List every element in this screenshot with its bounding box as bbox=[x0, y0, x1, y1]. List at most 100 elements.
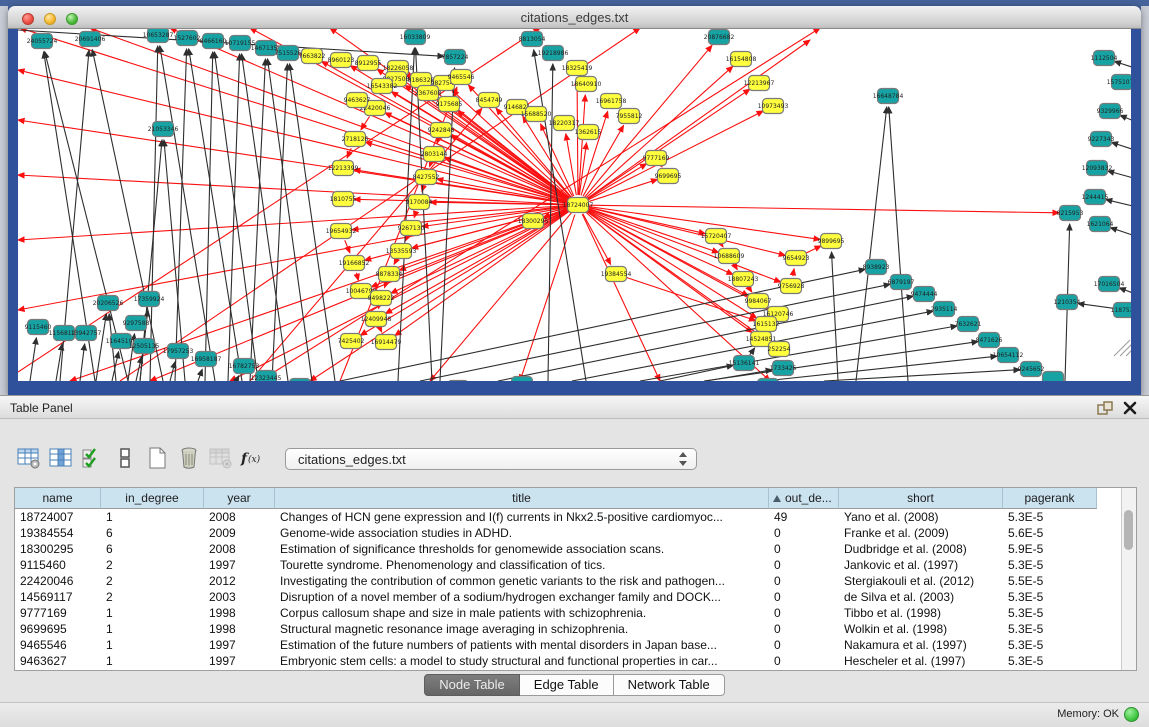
table-cell[interactable]: Investigating the contribution of common… bbox=[275, 573, 769, 589]
table-cell[interactable]: 5.3E-5 bbox=[1003, 589, 1097, 605]
table-cell[interactable]: 22420046 bbox=[15, 573, 101, 589]
graph-node[interactable]: 252254 bbox=[768, 342, 791, 357]
table-cell[interactable]: 1997 bbox=[204, 637, 275, 653]
table-cell[interactable]: 9115460 bbox=[15, 557, 101, 573]
graph-node[interactable]: 24055724 bbox=[27, 34, 58, 49]
table-cell[interactable]: 6 bbox=[101, 525, 204, 541]
graph-node[interactable]: 9899695 bbox=[818, 234, 845, 249]
graph-node[interactable]: 1621064 bbox=[1087, 217, 1114, 232]
graph-node[interactable] bbox=[448, 381, 469, 382]
graph-node[interactable]: 7955812 bbox=[616, 109, 643, 124]
graph-node[interactable]: 8427552 bbox=[413, 170, 440, 185]
graph-node[interactable]: 12093832 bbox=[1082, 161, 1113, 176]
table-row[interactable]: 1456911722003Disruption of a novel membe… bbox=[15, 589, 1122, 605]
table-row[interactable]: 946554611997Estimation of the future num… bbox=[15, 637, 1122, 653]
table-cell[interactable]: Tibbo et al. (1998) bbox=[839, 605, 1003, 621]
select-rows-button[interactable] bbox=[78, 445, 108, 473]
table-cell[interactable]: 6 bbox=[101, 541, 204, 557]
graph-node[interactable]: 7857224 bbox=[442, 50, 469, 65]
table-cell[interactable]: 2008 bbox=[204, 541, 275, 557]
table-cell[interactable]: 2008 bbox=[204, 509, 275, 525]
table-cell[interactable]: 0 bbox=[769, 637, 839, 653]
table-cell[interactable]: 9699695 bbox=[15, 621, 101, 637]
table-cell[interactable]: Tourette syndrome. Phenomenology and cla… bbox=[275, 557, 769, 573]
table-cell[interactable]: 0 bbox=[769, 557, 839, 573]
network-canvas[interactable]: 2405572420691406106532871527602846616010… bbox=[18, 29, 1131, 381]
graph-node[interactable]: 7425402 bbox=[338, 334, 365, 349]
graph-node[interactable]: 17359924 bbox=[134, 292, 165, 307]
graph-node[interactable]: 9654923 bbox=[783, 251, 810, 266]
graph-node[interactable]: 16648784 bbox=[873, 89, 904, 104]
table-row[interactable]: 1830029562008Estimation of significance … bbox=[15, 541, 1122, 557]
table-row[interactable]: 2242004622012Investigating the contribut… bbox=[15, 573, 1122, 589]
table-cell[interactable]: 0 bbox=[769, 653, 839, 669]
import-table-disabled-button[interactable] bbox=[206, 445, 236, 473]
graph-node[interactable]: 9170084 bbox=[406, 195, 433, 210]
table-cell[interactable]: 1997 bbox=[204, 653, 275, 669]
graph-node[interactable]: 16154808 bbox=[726, 52, 757, 67]
table-selector-dropdown[interactable]: citations_edges.txt bbox=[285, 448, 697, 470]
graph-node[interactable]: 9777169 bbox=[643, 151, 670, 166]
table-cell[interactable]: 2 bbox=[101, 573, 204, 589]
graph-node[interactable]: 2367608 bbox=[415, 86, 442, 101]
window-titlebar[interactable]: citations_edges.txt bbox=[8, 6, 1141, 29]
graph-node[interactable]: 19166852 bbox=[339, 256, 370, 271]
graph-node[interactable]: 1210354 bbox=[1054, 295, 1081, 310]
vertical-scrollbar[interactable] bbox=[1121, 488, 1136, 670]
graph-node[interactable]: 9329966 bbox=[1097, 104, 1124, 119]
tab-network-table[interactable]: Network Table bbox=[614, 674, 725, 696]
table-cell[interactable]: 19384554 bbox=[15, 525, 101, 541]
graph-node[interactable]: 18807243 bbox=[728, 272, 759, 287]
graph-node[interactable]: 8938923 bbox=[863, 260, 890, 275]
table-cell[interactable]: 14569117 bbox=[15, 589, 101, 605]
table-cell[interactable]: 1 bbox=[101, 637, 204, 653]
table-cell[interactable]: 5.3E-5 bbox=[1003, 509, 1097, 525]
column-header-title[interactable]: title bbox=[275, 488, 769, 509]
graph-node[interactable]: 2718126 bbox=[342, 132, 369, 147]
graph-node[interactable]: 8454749 bbox=[476, 93, 503, 108]
row-height-button[interactable] bbox=[110, 445, 140, 473]
graph-node[interactable]: 8878334 bbox=[376, 267, 403, 282]
graph-node[interactable] bbox=[758, 379, 779, 382]
table-cell[interactable]: 0 bbox=[769, 525, 839, 541]
graph-node[interactable]: 16914479 bbox=[371, 335, 402, 350]
graph-node[interactable]: 7632621 bbox=[955, 317, 982, 332]
graph-node[interactable]: 17016504 bbox=[1094, 277, 1125, 292]
table-row[interactable]: 977716911998Corpus callosum shape and si… bbox=[15, 605, 1122, 621]
graph-node[interactable]: 16033809 bbox=[400, 30, 431, 45]
table-cell[interactable]: Hescheler et al. (1997) bbox=[839, 653, 1003, 669]
graph-node[interactable]: 1244415 bbox=[1082, 190, 1109, 205]
graph-node[interactable] bbox=[512, 377, 533, 382]
table-cell[interactable]: Estimation of significance thresholds fo… bbox=[275, 541, 769, 557]
graph-node[interactable]: 8960123 bbox=[328, 53, 355, 68]
graph-node[interactable]: 12213967 bbox=[744, 76, 775, 91]
table-cell[interactable]: 9463627 bbox=[15, 653, 101, 669]
graph-node[interactable]: 15751074 bbox=[1107, 75, 1131, 90]
column-header-out_de[interactable]: out_de... bbox=[769, 488, 839, 509]
table-cell[interactable]: 1997 bbox=[204, 557, 275, 573]
table-cell[interactable]: 5.3E-5 bbox=[1003, 637, 1097, 653]
graph-node[interactable]: 20206526 bbox=[93, 296, 124, 311]
table-cell[interactable]: 0 bbox=[769, 541, 839, 557]
graph-node[interactable]: 12323445 bbox=[251, 371, 282, 382]
table-cell[interactable]: Jankovic et al. (1997) bbox=[839, 557, 1003, 573]
float-panel-icon[interactable] bbox=[1097, 401, 1113, 416]
graph-node[interactable]: 1527602 bbox=[174, 31, 201, 46]
table-cell[interactable]: Estimation of the future numbers of pati… bbox=[275, 637, 769, 653]
table-cell[interactable]: 18300295 bbox=[15, 541, 101, 557]
graph-node[interactable] bbox=[1043, 372, 1064, 382]
scrollbar-thumb[interactable] bbox=[1124, 510, 1133, 550]
table-cell[interactable]: Genome-wide association studies in ADHD. bbox=[275, 525, 769, 541]
table-cell[interactable]: 1 bbox=[101, 621, 204, 637]
table-cell[interactable]: 0 bbox=[769, 589, 839, 605]
graph-node[interactable]: 15136141 bbox=[729, 356, 760, 371]
table-cell[interactable]: 2012 bbox=[204, 573, 275, 589]
graph-node[interactable]: 20876682 bbox=[704, 30, 735, 45]
table-row[interactable]: 1872400712008Changes of HCN gene express… bbox=[15, 509, 1122, 525]
table-cell[interactable]: 49 bbox=[769, 509, 839, 525]
resize-grip-line[interactable] bbox=[1120, 344, 1131, 356]
table-cell[interactable]: 5.3E-5 bbox=[1003, 621, 1097, 637]
graph-node[interactable]: 10688609 bbox=[714, 249, 745, 264]
graph-node[interactable]: 19384554 bbox=[601, 267, 632, 282]
graph-node[interactable]: 10654112 bbox=[993, 348, 1024, 363]
